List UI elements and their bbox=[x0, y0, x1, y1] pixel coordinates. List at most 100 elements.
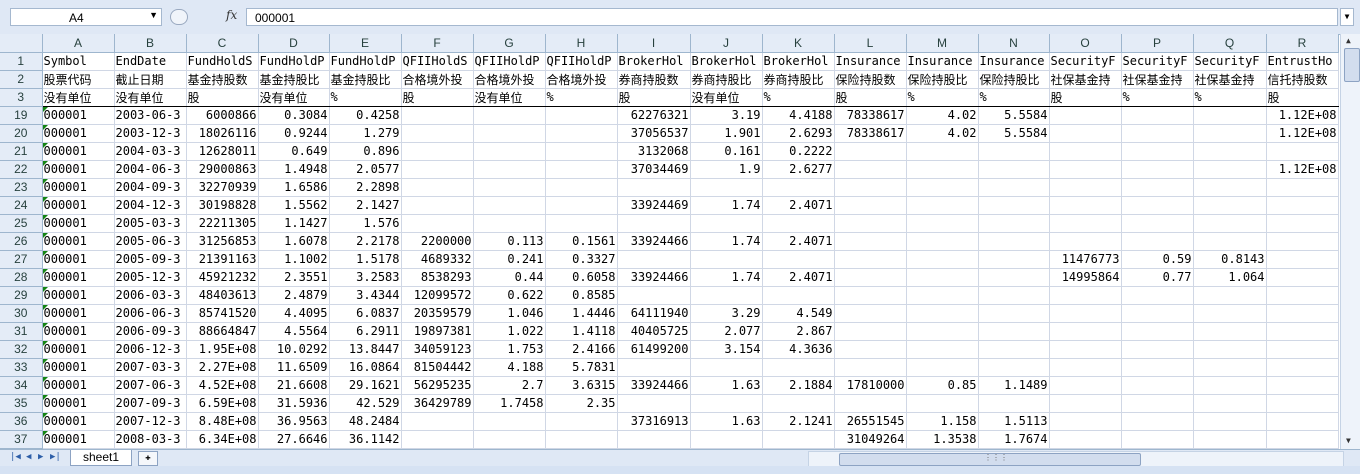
row-header[interactable]: 19 bbox=[0, 106, 43, 125]
cell[interactable] bbox=[617, 394, 691, 413]
cell[interactable] bbox=[1049, 160, 1122, 179]
cell[interactable]: 2.4071 bbox=[762, 268, 835, 287]
cell[interactable] bbox=[545, 430, 618, 449]
column-header[interactable]: E bbox=[329, 34, 402, 53]
row-header[interactable]: 3 bbox=[0, 88, 43, 107]
cell[interactable]: 券商持股比 bbox=[690, 70, 763, 89]
cell[interactable]: 3.29 bbox=[690, 304, 763, 323]
cell[interactable] bbox=[834, 196, 907, 215]
cell[interactable] bbox=[906, 214, 979, 233]
scroll-down-icon[interactable]: ▼ bbox=[1346, 436, 1351, 445]
column-header[interactable]: M bbox=[906, 34, 979, 53]
cell[interactable]: 31256853 bbox=[186, 232, 259, 251]
cell[interactable]: 2.1427 bbox=[329, 196, 402, 215]
cell[interactable]: 基金持股比 bbox=[258, 70, 330, 89]
cell[interactable]: 没有单位 bbox=[473, 88, 546, 107]
cell[interactable] bbox=[1121, 106, 1194, 125]
cell[interactable]: 没有单位 bbox=[690, 88, 763, 107]
row-header[interactable]: 30 bbox=[0, 304, 43, 323]
cell[interactable]: BrokerHol bbox=[762, 52, 835, 71]
cell[interactable] bbox=[906, 178, 979, 197]
cell[interactable]: 81504442 bbox=[401, 358, 474, 377]
first-sheet-icon[interactable]: |◀ bbox=[10, 452, 21, 462]
column-header[interactable]: N bbox=[978, 34, 1050, 53]
cell[interactable] bbox=[834, 322, 907, 341]
next-sheet-icon[interactable]: ▶ bbox=[38, 452, 43, 462]
cell[interactable] bbox=[545, 196, 618, 215]
cell[interactable]: 5.5584 bbox=[978, 106, 1050, 125]
cell[interactable]: 000001 bbox=[42, 412, 115, 431]
cell[interactable]: 1.5562 bbox=[258, 196, 330, 215]
cell[interactable]: 000001 bbox=[42, 232, 115, 251]
cell[interactable] bbox=[545, 142, 618, 161]
cell[interactable] bbox=[473, 196, 546, 215]
cell[interactable]: 4.4095 bbox=[258, 304, 330, 323]
cell[interactable] bbox=[1193, 394, 1267, 413]
cell[interactable] bbox=[1193, 322, 1267, 341]
cell[interactable]: 14995864 bbox=[1049, 268, 1122, 287]
cell[interactable]: 2.867 bbox=[762, 322, 835, 341]
cell[interactable] bbox=[401, 142, 474, 161]
column-header[interactable]: R bbox=[1266, 34, 1339, 53]
cell[interactable]: 2008-03-3 bbox=[114, 430, 187, 449]
cell[interactable]: 000001 bbox=[42, 376, 115, 395]
cell[interactable]: 000001 bbox=[42, 196, 115, 215]
cell[interactable]: 1.7674 bbox=[978, 430, 1050, 449]
cell[interactable] bbox=[1266, 430, 1339, 449]
cell[interactable]: 1.1489 bbox=[978, 376, 1050, 395]
cell[interactable]: 2005-12-3 bbox=[114, 268, 187, 287]
cell[interactable] bbox=[1049, 232, 1122, 251]
cell[interactable]: 1.95E+08 bbox=[186, 340, 259, 359]
cell[interactable] bbox=[1049, 286, 1122, 305]
cell[interactable] bbox=[1121, 196, 1194, 215]
column-header[interactable]: G bbox=[473, 34, 546, 53]
cell[interactable]: 6.0837 bbox=[329, 304, 402, 323]
cell[interactable]: 股 bbox=[401, 88, 474, 107]
cell[interactable]: 10.0292 bbox=[258, 340, 330, 359]
cell[interactable]: 1.046 bbox=[473, 304, 546, 323]
cell[interactable]: 保险持股数 bbox=[834, 70, 907, 89]
cell[interactable]: 42.529 bbox=[329, 394, 402, 413]
cell[interactable]: 21.6608 bbox=[258, 376, 330, 395]
cell[interactable] bbox=[978, 322, 1050, 341]
cell[interactable] bbox=[906, 286, 979, 305]
cell[interactable]: 18026116 bbox=[186, 124, 259, 143]
cell[interactable] bbox=[906, 394, 979, 413]
cell[interactable]: 40405725 bbox=[617, 322, 691, 341]
cell[interactable]: 29.1621 bbox=[329, 376, 402, 395]
cell[interactable]: 31049264 bbox=[834, 430, 907, 449]
cell[interactable]: 19897381 bbox=[401, 322, 474, 341]
cell[interactable] bbox=[1266, 358, 1339, 377]
row-header[interactable]: 26 bbox=[0, 232, 43, 251]
cell[interactable]: 0.9244 bbox=[258, 124, 330, 143]
tab-sheet1[interactable]: sheet1 bbox=[70, 450, 132, 466]
cell[interactable]: 2.6277 bbox=[762, 160, 835, 179]
cell[interactable]: 3.19 bbox=[690, 106, 763, 125]
cell[interactable]: 000001 bbox=[42, 358, 115, 377]
cell[interactable] bbox=[1049, 340, 1122, 359]
cell[interactable] bbox=[617, 178, 691, 197]
cell[interactable] bbox=[1193, 196, 1267, 215]
cell[interactable]: 1.753 bbox=[473, 340, 546, 359]
cell[interactable]: % bbox=[1193, 88, 1267, 107]
cell[interactable]: 29000863 bbox=[186, 160, 259, 179]
column-header[interactable]: F bbox=[401, 34, 474, 53]
cell[interactable]: 8538293 bbox=[401, 268, 474, 287]
cell[interactable]: 26551545 bbox=[834, 412, 907, 431]
cell[interactable]: 0.85 bbox=[906, 376, 979, 395]
spreadsheet-grid[interactable]: ABCDEFGHIJKLMNOPQR 1 Symbol EndDate FundHol… bbox=[0, 34, 1340, 449]
select-all-corner[interactable] bbox=[0, 34, 43, 53]
cell[interactable]: 1.6586 bbox=[258, 178, 330, 197]
cell[interactable]: 0.3327 bbox=[545, 250, 618, 269]
cell[interactable] bbox=[1266, 286, 1339, 305]
cell[interactable]: EntrustHo bbox=[1266, 52, 1339, 71]
cell[interactable]: 1.3538 bbox=[906, 430, 979, 449]
row-header[interactable]: 28 bbox=[0, 268, 43, 287]
cancel-circle-icon[interactable] bbox=[170, 9, 188, 25]
row-header[interactable]: 22 bbox=[0, 160, 43, 179]
cell[interactable]: 1.022 bbox=[473, 322, 546, 341]
vertical-scroll-thumb[interactable] bbox=[1344, 48, 1360, 82]
cell[interactable]: 0.161 bbox=[690, 142, 763, 161]
cell[interactable]: 3132068 bbox=[617, 142, 691, 161]
cell[interactable] bbox=[978, 196, 1050, 215]
